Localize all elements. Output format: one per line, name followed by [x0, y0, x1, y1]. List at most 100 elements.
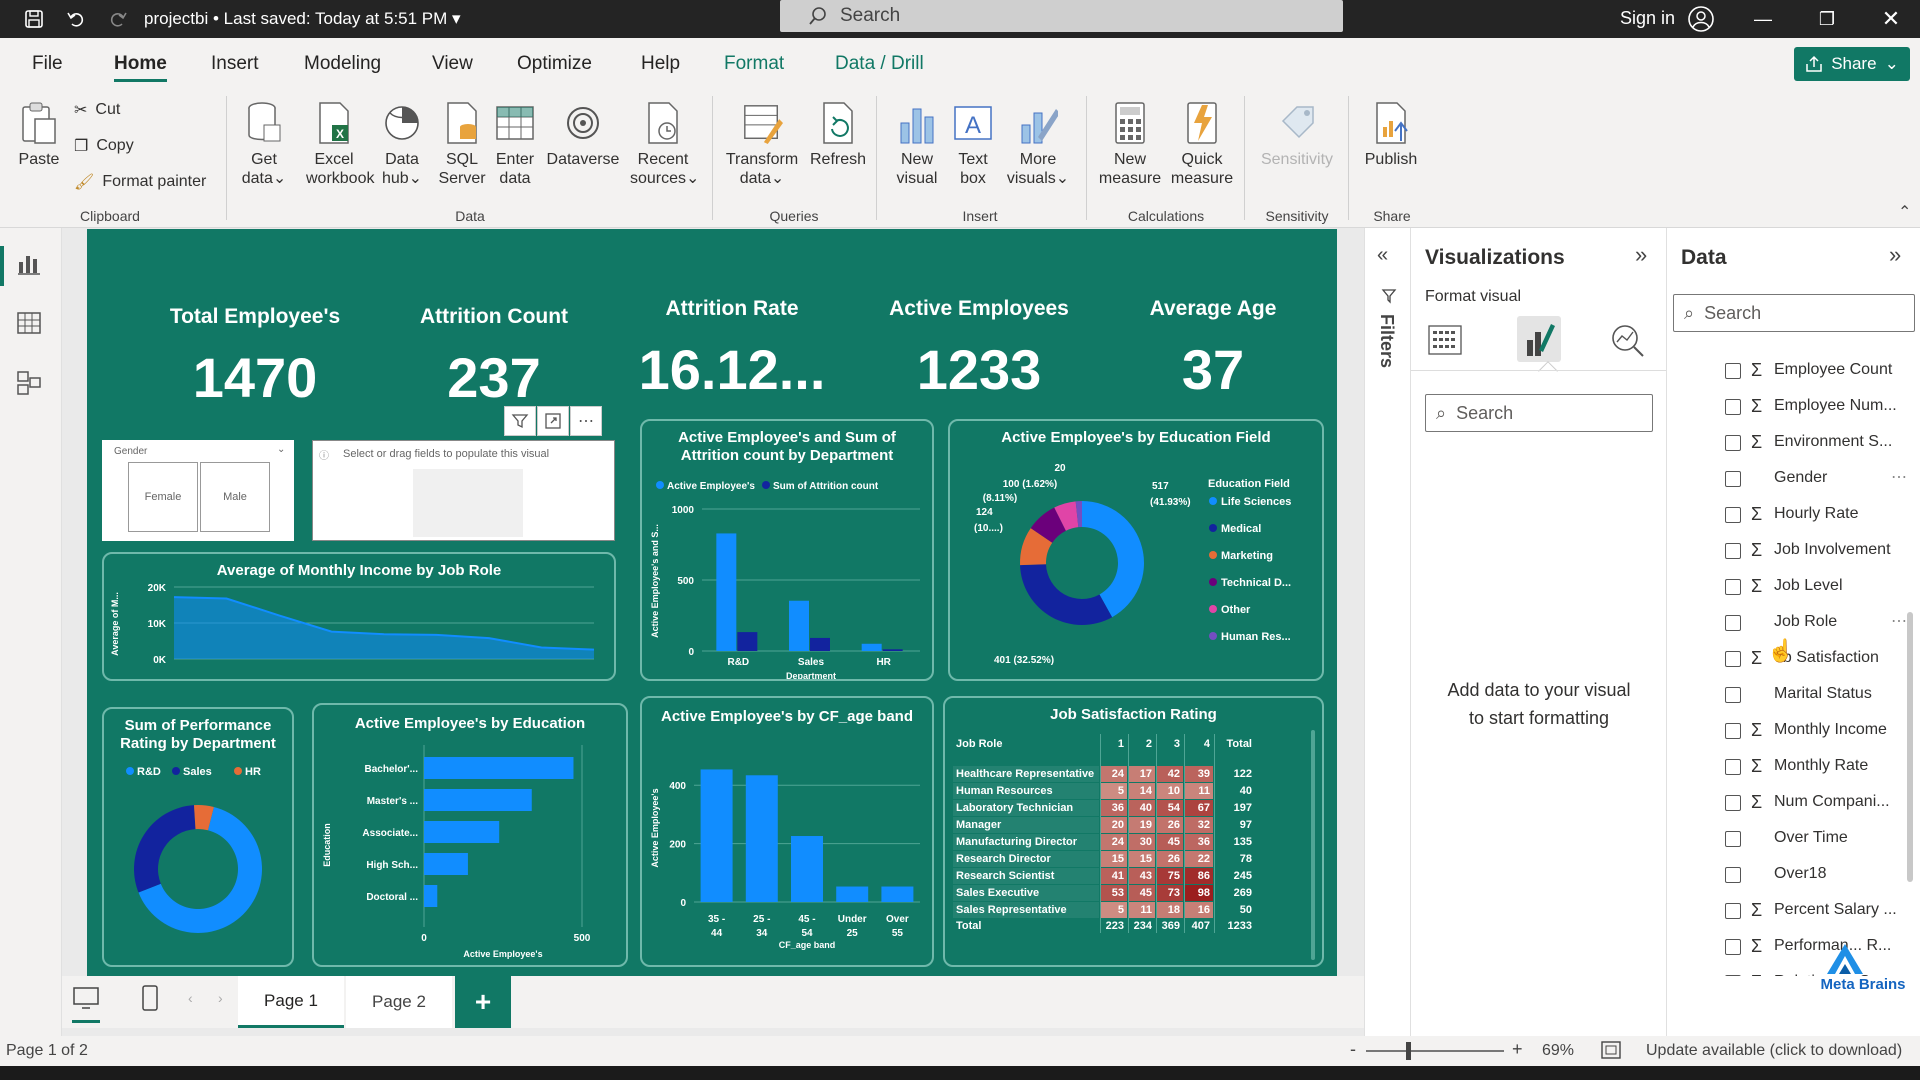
more-options-icon[interactable]: ⋯ — [570, 406, 602, 436]
field-checkbox[interactable] — [1725, 507, 1741, 523]
more-options-icon[interactable]: ⋯ — [1891, 467, 1907, 487]
expand-filters-icon[interactable]: « — [1377, 244, 1388, 267]
refresh-button[interactable]: Refresh — [808, 100, 868, 169]
tab-optimize[interactable]: Optimize — [517, 38, 592, 90]
get-data-button[interactable]: Get data⌄ — [236, 100, 292, 188]
field-item[interactable]: Σ Employee Num... — [1667, 392, 1920, 422]
tab-home[interactable]: Home — [114, 38, 167, 90]
empty-visual-placeholder[interactable]: ⓘ Select or drag fields to populate this… — [312, 440, 615, 541]
tab-insert[interactable]: Insert — [211, 38, 259, 90]
zoom-out-button[interactable]: - — [1350, 1039, 1356, 1060]
field-checkbox[interactable] — [1725, 687, 1741, 703]
field-checkbox[interactable] — [1725, 615, 1741, 631]
field-item[interactable]: Gender ⋯ — [1667, 464, 1920, 494]
field-checkbox[interactable] — [1725, 939, 1741, 955]
education-field-donut-chart[interactable]: Active Employee's by Education Field Edu… — [948, 419, 1324, 681]
field-checkbox[interactable] — [1725, 867, 1741, 883]
field-item[interactable]: Marital Status — [1667, 680, 1920, 710]
undo-icon[interactable] — [56, 0, 96, 38]
field-item[interactable]: Job Role ⋯ — [1667, 608, 1920, 638]
new-visual-button[interactable]: New visual — [890, 100, 944, 188]
more-options-icon[interactable]: ⋯ — [1891, 611, 1907, 631]
data-hub-button[interactable]: Data hub⌄ — [376, 100, 428, 188]
tab-format[interactable]: Format — [724, 38, 784, 90]
tab-data-drill[interactable]: Data / Drill — [835, 38, 924, 90]
tab-modeling[interactable]: Modeling — [304, 38, 381, 90]
copy-button[interactable]: ❐ Copy — [74, 136, 134, 156]
field-checkbox[interactable] — [1725, 543, 1741, 559]
data-search-input[interactable]: ⌕ Search — [1673, 294, 1915, 332]
update-available-link[interactable]: Update available (click to download) — [1646, 1042, 1902, 1060]
field-checkbox[interactable] — [1725, 399, 1741, 415]
sql-server-button[interactable]: SQL Server — [436, 100, 488, 188]
performance-rating-donut-chart[interactable]: Sum of Performance Rating by Department … — [102, 707, 294, 967]
close-icon[interactable]: ✕ — [1868, 0, 1914, 38]
field-checkbox[interactable] — [1725, 435, 1741, 451]
minimize-icon[interactable]: — — [1740, 0, 1786, 38]
tab-view[interactable]: View — [432, 38, 473, 90]
tab-file[interactable]: File — [32, 38, 63, 90]
model-view-icon[interactable] — [16, 370, 42, 401]
format-visual-icon[interactable] — [1517, 316, 1561, 362]
avatar-icon[interactable] — [1685, 0, 1717, 38]
sign-in-button[interactable]: Sign in — [1620, 0, 1675, 38]
chevron-down-icon[interactable]: ⌄ — [277, 444, 285, 455]
slicer-option-female[interactable]: Female — [128, 462, 198, 532]
income-by-job-role-chart[interactable]: Average of Monthly Income by Job Role 20… — [102, 552, 616, 681]
report-view-icon[interactable] — [16, 250, 42, 281]
format-painter-button[interactable]: 🖌 Format painter — [74, 172, 206, 192]
viz-search-input[interactable]: ⌕ Search — [1425, 394, 1653, 432]
page-tab-1[interactable]: Page 1 — [238, 976, 344, 1028]
field-checkbox[interactable] — [1725, 471, 1741, 487]
field-checkbox[interactable] — [1725, 795, 1741, 811]
field-item[interactable]: Σ Job Level — [1667, 572, 1920, 602]
field-checkbox[interactable] — [1725, 903, 1741, 919]
next-page-icon[interactable]: › — [218, 990, 223, 1006]
zoom-slider-track[interactable] — [1366, 1050, 1504, 1052]
restore-icon[interactable]: ❐ — [1804, 0, 1850, 38]
filter-funnel-icon[interactable] — [1381, 288, 1397, 309]
paste-button[interactable]: Paste — [14, 100, 64, 169]
field-checkbox[interactable] — [1725, 831, 1741, 847]
gender-slicer[interactable]: Gender ⌄ Female Male — [102, 440, 294, 541]
sensitivity-button[interactable]: Sensitivity — [1254, 100, 1340, 169]
collapse-data-icon[interactable]: » — [1889, 242, 1901, 268]
filters-label[interactable]: Filters — [1376, 314, 1397, 368]
add-page-button[interactable]: + — [455, 976, 511, 1028]
collapse-ribbon-icon[interactable]: ⌃ — [1898, 202, 1911, 222]
field-item[interactable]: Σ Num Compani... — [1667, 788, 1920, 818]
redo-icon[interactable] — [98, 0, 138, 38]
tab-help[interactable]: Help — [641, 38, 680, 90]
field-item[interactable]: Σ Employee Count — [1667, 356, 1920, 386]
fit-to-page-icon[interactable] — [1600, 1040, 1622, 1065]
excel-workbook-button[interactable]: X Excel workbook — [306, 100, 374, 188]
chevron-down-icon[interactable]: ▾ — [452, 9, 461, 28]
field-item[interactable]: Over Time — [1667, 824, 1920, 854]
save-icon[interactable] — [14, 0, 54, 38]
field-list-scrollbar[interactable] — [1907, 612, 1913, 882]
build-visual-icon[interactable] — [1425, 322, 1465, 363]
field-item[interactable]: Σ Percent Salary ... — [1667, 896, 1920, 926]
table-view-icon[interactable] — [16, 310, 42, 341]
field-item[interactable]: Σ Hourly Rate — [1667, 500, 1920, 530]
share-button[interactable]: Share ⌄ — [1794, 47, 1910, 81]
field-item[interactable]: Σ Job Involvement — [1667, 536, 1920, 566]
age-band-bar-chart[interactable]: Active Employee's by CF_age band 400 200 0… — [640, 696, 934, 967]
transform-data-button[interactable]: Transform data⌄ — [722, 100, 802, 188]
prev-page-icon[interactable]: ‹ — [188, 990, 193, 1006]
dept-active-attrition-chart[interactable]: Active Employee's and Sum of Attrition c… — [640, 419, 934, 681]
job-satisfaction-matrix[interactable]: Job Satisfaction Rating Job Role 1 2 3 4 Tota… — [943, 696, 1324, 967]
education-bar-chart[interactable]: Active Employee's by Education 0 500 Activ… — [312, 703, 628, 967]
top-search-box[interactable]: Search — [780, 0, 1343, 32]
cut-button[interactable]: ✂ Cut — [74, 100, 120, 120]
collapse-visualizations-icon[interactable]: » — [1635, 242, 1647, 268]
focus-mode-icon[interactable] — [537, 406, 569, 436]
field-checkbox[interactable] — [1725, 363, 1741, 379]
file-title[interactable]: projectbi • Last saved: Today at 5:51 PM… — [144, 0, 461, 38]
text-box-button[interactable]: A Text box — [950, 100, 996, 188]
desktop-layout-icon[interactable] — [72, 986, 100, 1017]
enter-data-button[interactable]: Enter data — [492, 100, 538, 188]
page-tab-2[interactable]: Page 2 — [346, 976, 452, 1028]
new-measure-button[interactable]: New measure — [1096, 100, 1164, 188]
field-checkbox[interactable] — [1725, 975, 1741, 976]
